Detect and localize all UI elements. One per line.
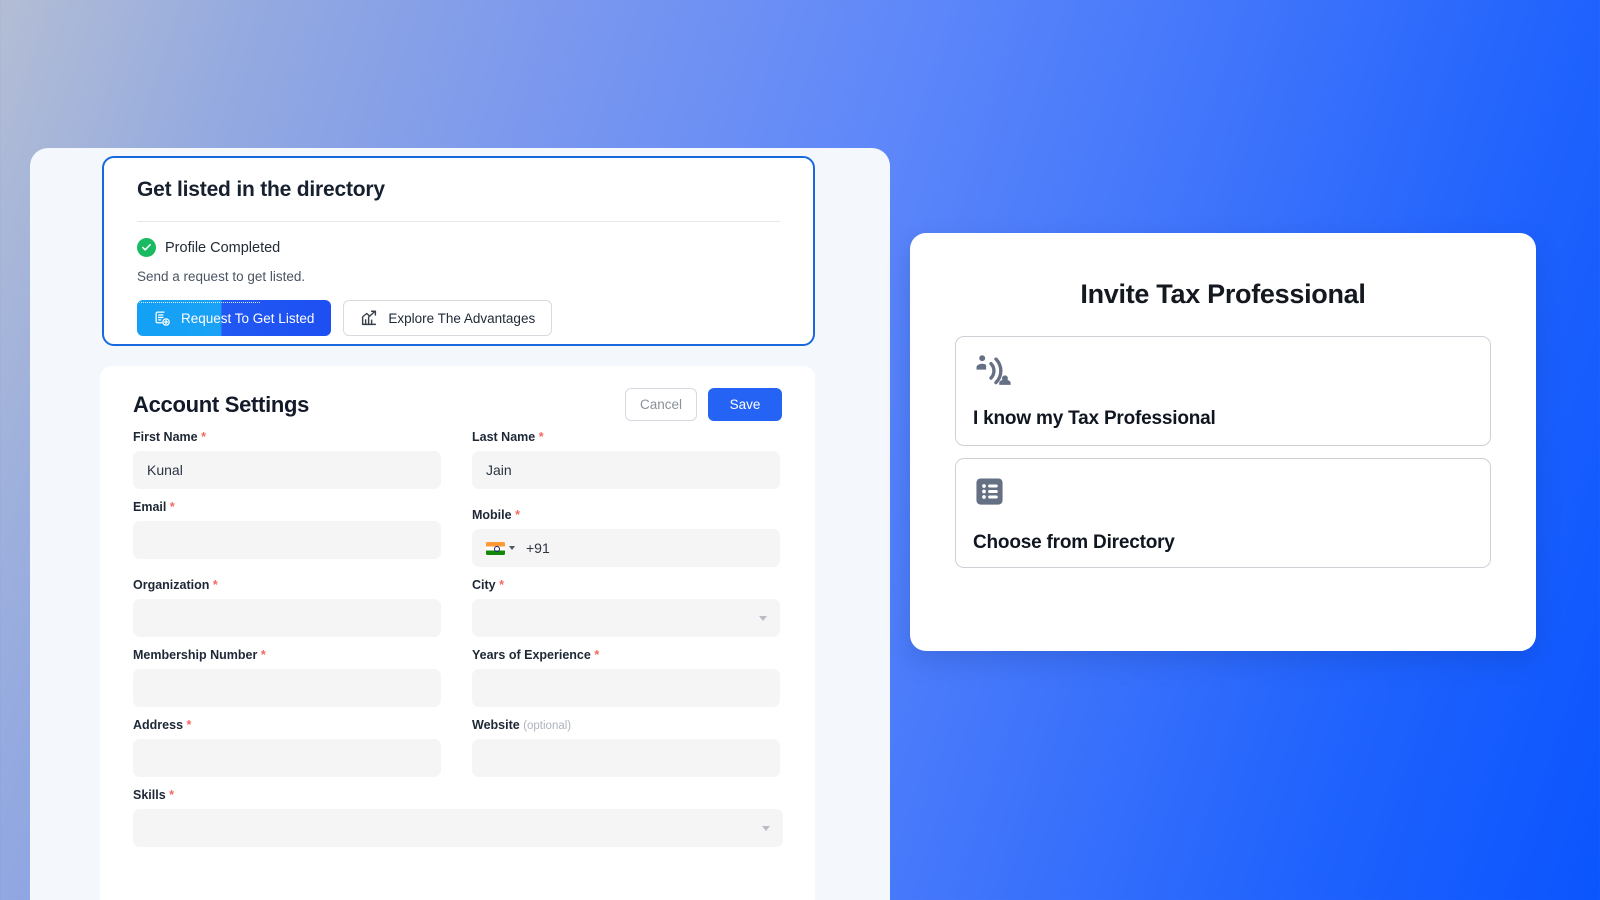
years-of-experience-label: Years of Experience * xyxy=(472,648,600,662)
request-button-label: Request To Get Listed xyxy=(181,310,315,326)
optional-note: (optional) xyxy=(523,720,572,732)
main-app-panel: Get listed in the directory Profile Comp… xyxy=(30,148,890,900)
field-mobile: Mobile * +91 xyxy=(472,500,780,567)
last-name-label: Last Name * xyxy=(472,430,544,444)
get-listed-card: Get listed in the directory Profile Comp… xyxy=(102,156,815,346)
page-title: Account Settings xyxy=(133,391,310,417)
account-settings-card: Account Settings Cancel Save First Name … xyxy=(100,366,815,900)
website-label: Website (optional) xyxy=(472,718,572,732)
chevron-down-icon xyxy=(509,546,515,550)
divider xyxy=(137,221,780,222)
organization-input[interactable] xyxy=(133,599,441,637)
explore-advantages-button[interactable]: Explore The Advantages xyxy=(343,300,553,336)
required-marker: * xyxy=(515,508,520,522)
city-label: City * xyxy=(472,578,504,592)
required-marker: * xyxy=(169,788,175,802)
mobile-input[interactable]: +91 xyxy=(472,529,780,567)
required-marker: * xyxy=(499,578,504,592)
field-website: Website (optional) xyxy=(472,718,780,777)
field-email: Email * xyxy=(133,500,441,567)
email-field[interactable] xyxy=(133,521,441,559)
save-button[interactable]: Save xyxy=(708,388,782,421)
field-last-name: Last Name * Jain xyxy=(472,430,780,489)
field-organization: Organization * xyxy=(133,578,441,637)
invite-option-choose-directory[interactable]: Choose from Directory xyxy=(955,458,1491,568)
address-label: Address * xyxy=(133,718,192,732)
invite-tax-professional-panel: Invite Tax Professional I know my Tax Pr… xyxy=(910,233,1536,651)
skills-label: Skills * xyxy=(133,788,175,802)
list-directory-icon xyxy=(973,475,1473,513)
invite-panel-title: Invite Tax Professional xyxy=(1080,279,1366,309)
required-marker: * xyxy=(260,648,266,662)
city-select[interactable] xyxy=(472,599,780,637)
check-circle-icon xyxy=(137,238,156,257)
field-skills: Skills * xyxy=(133,788,783,847)
invite-option-label: I know my Tax Professional xyxy=(973,408,1216,429)
field-years-of-experience: Years of Experience * xyxy=(472,648,780,707)
account-settings-header: Account Settings Cancel Save xyxy=(133,388,782,421)
membership-number-input[interactable] xyxy=(133,669,441,707)
membership-number-label: Membership Number * xyxy=(133,648,266,662)
cancel-button[interactable]: Cancel xyxy=(625,388,697,421)
request-to-get-listed-button[interactable]: Request To Get Listed xyxy=(137,300,332,336)
post-add-icon xyxy=(154,310,171,327)
country-selector[interactable] xyxy=(486,541,515,555)
header-buttons: Cancel Save xyxy=(625,388,782,421)
profile-status-row: Profile Completed xyxy=(137,238,780,257)
account-settings-form: First Name * Kunal Last Name * Jain Emai… xyxy=(133,430,783,858)
address-input[interactable] xyxy=(133,739,441,777)
first-name-input[interactable]: Kunal xyxy=(133,451,441,489)
first-name-label: First Name * xyxy=(133,430,206,444)
explore-button-label: Explore The Advantages xyxy=(388,310,536,326)
get-listed-title: Get listed in the directory xyxy=(137,178,385,201)
trending-chart-icon xyxy=(360,309,378,327)
skills-select[interactable] xyxy=(133,809,783,847)
last-name-input[interactable]: Jain xyxy=(472,451,780,489)
field-membership-number: Membership Number * xyxy=(133,648,441,707)
required-marker: * xyxy=(201,430,206,444)
get-listed-subtitle: Send a request to get listed. xyxy=(137,269,306,284)
india-flag-icon xyxy=(486,541,505,555)
invite-option-know-professional[interactable]: I know my Tax Professional xyxy=(955,336,1491,446)
email-label: Email * xyxy=(133,500,175,514)
required-marker: * xyxy=(186,718,192,732)
required-marker: * xyxy=(538,430,544,444)
required-marker: * xyxy=(594,648,600,662)
profile-status-label: Profile Completed xyxy=(165,239,281,256)
field-city: City * xyxy=(472,578,780,637)
field-address: Address * xyxy=(133,718,441,777)
required-marker: * xyxy=(169,500,175,514)
required-marker: * xyxy=(212,578,218,592)
get-listed-actions: Request To Get Listed Explore The Advant… xyxy=(137,300,780,336)
field-first-name: First Name * Kunal xyxy=(133,430,441,489)
organization-label: Organization * xyxy=(133,578,218,592)
connect-without-contact-icon xyxy=(973,353,1473,392)
years-of-experience-input[interactable] xyxy=(472,669,780,707)
mobile-label: Mobile * xyxy=(472,508,520,522)
invite-option-label: Choose from Directory xyxy=(973,532,1175,553)
website-input[interactable] xyxy=(472,739,780,777)
mobile-value: +91 xyxy=(526,540,550,556)
